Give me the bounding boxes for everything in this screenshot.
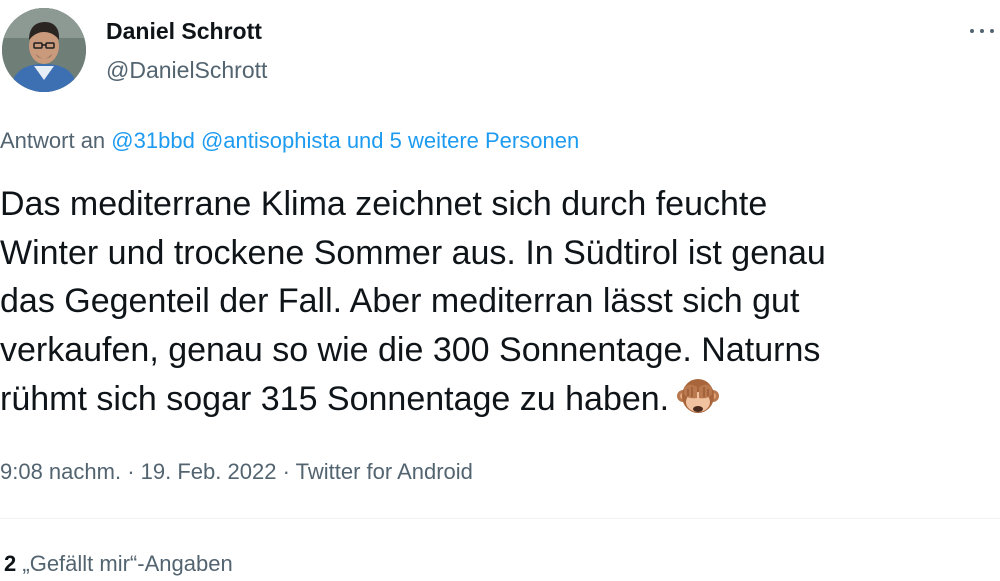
mention-link[interactable]: @31bbd [111, 128, 195, 153]
tweet-text-line: das Gegenteil der Fall. Aber mediterran … [0, 282, 800, 320]
tweet-source[interactable]: Twitter for Android [296, 459, 473, 484]
tweet-text: Das mediterrane Klima zeichnet sich durc… [0, 180, 1000, 424]
avatar[interactable] [2, 8, 86, 92]
tweet-date[interactable]: 19. Feb. 2022 [141, 459, 277, 484]
meta-separator: · [282, 459, 290, 484]
reply-context: Antwort an @31bbd @antisophista und 5 we… [0, 128, 579, 154]
tweet-card: Daniel Schrott @DanielSchrott Antwort an… [0, 0, 1000, 581]
more-options-button[interactable] [966, 19, 998, 43]
tweet-metadata: 9:08 nachm. · 19. Feb. 2022 · Twitter fo… [0, 459, 473, 485]
tweet-text-line: Das mediterrane Klima zeichnet sich durc… [0, 185, 768, 223]
divider [0, 518, 1000, 519]
mention-link[interactable]: @antisophista [201, 128, 341, 153]
tweet-text-line: Winter und trockene Sommer aus. In Südti… [0, 233, 826, 272]
likes-label: „Gefällt mir“-Angaben [22, 551, 233, 576]
tweet-text-line: rühmt sich sogar 315 Sonnentage zu haben… [0, 380, 670, 418]
see-no-evil-monkey-icon [675, 374, 721, 418]
reply-prefix: Antwort an [0, 128, 106, 153]
meta-separator: · [127, 459, 135, 484]
avatar-image [2, 8, 86, 92]
more-recipients-link[interactable]: und 5 weitere Personen [347, 128, 579, 153]
likes-link[interactable]: 2 „Gefällt mir“-Angaben [4, 551, 233, 577]
author-name[interactable]: Daniel Schrott [106, 18, 262, 45]
likes-count: 2 [4, 551, 17, 576]
author-handle[interactable]: @DanielSchrott [106, 57, 267, 84]
tweet-text-line: verkaufen, genau so wie die 300 Sonnenta… [0, 330, 821, 369]
tweet-time[interactable]: 9:08 nachm. [0, 459, 121, 484]
tweet-text-last-line: rühmt sich sogar 315 Sonnentage zu haben… [0, 374, 1000, 424]
